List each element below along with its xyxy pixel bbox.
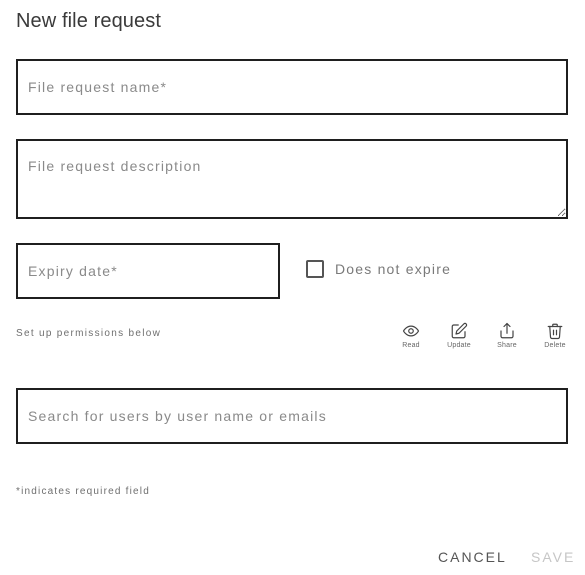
- does-not-expire-label: Does not expire: [335, 261, 452, 277]
- cancel-button[interactable]: CANCEL: [438, 549, 507, 565]
- required-field-note: *indicates required field: [16, 486, 150, 497]
- permission-share-button[interactable]: Share: [487, 322, 527, 349]
- permission-delete-label: Delete: [544, 342, 566, 349]
- permission-update-button[interactable]: Update: [439, 322, 479, 349]
- permission-share-label: Share: [497, 342, 517, 349]
- trash-icon: [546, 322, 564, 340]
- permissions-label: Set up permissions below: [16, 328, 162, 339]
- share-icon: [498, 322, 516, 340]
- file-request-description-input[interactable]: [16, 139, 568, 219]
- does-not-expire-checkbox[interactable]: [306, 260, 324, 278]
- permission-read-label: Read: [402, 342, 420, 349]
- dialog-title: New file request: [16, 10, 161, 32]
- permission-delete-button[interactable]: Delete: [535, 322, 575, 349]
- new-file-request-dialog: New file request Does not expire Set up …: [0, 0, 585, 575]
- permission-update-label: Update: [447, 342, 471, 349]
- eye-icon: [402, 322, 420, 340]
- expiry-date-input[interactable]: [16, 243, 280, 299]
- permission-read-button[interactable]: Read: [391, 322, 431, 349]
- edit-icon: [450, 322, 468, 340]
- does-not-expire-checkbox-row[interactable]: Does not expire: [306, 260, 451, 278]
- user-search-input[interactable]: [16, 388, 568, 444]
- file-request-name-input[interactable]: [16, 59, 568, 115]
- save-button[interactable]: SAVE: [531, 549, 575, 565]
